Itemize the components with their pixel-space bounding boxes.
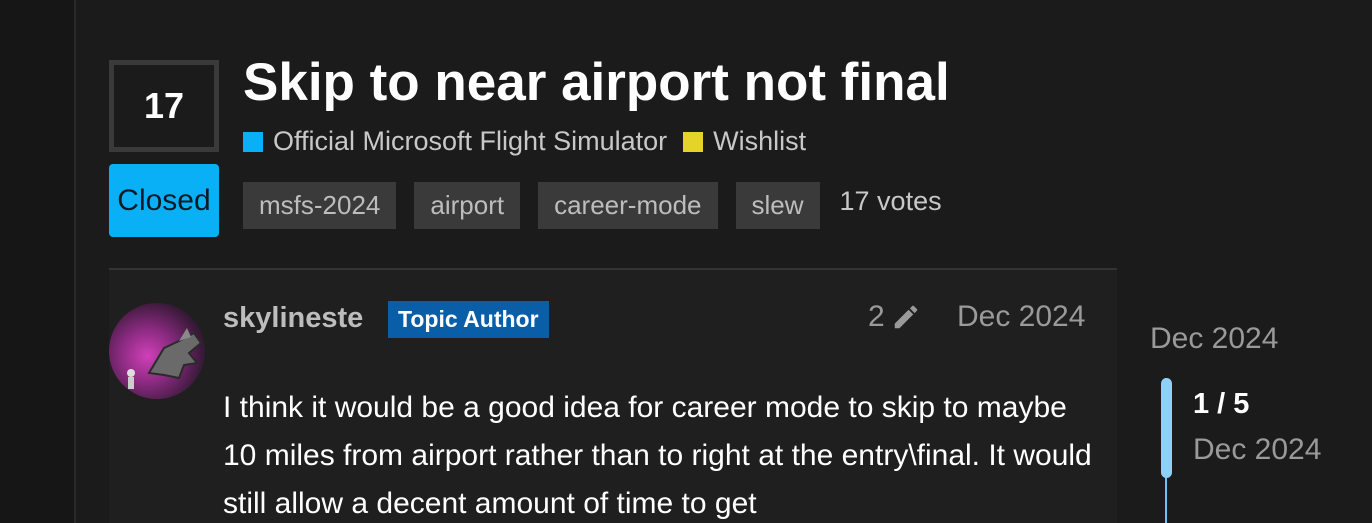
timeline-current-date: Dec 2024 xyxy=(1193,433,1322,466)
category-label: Official Microsoft Flight Simulator xyxy=(273,126,668,156)
avatar-dragon-icon xyxy=(127,328,203,389)
topic-author-badge: Topic Author xyxy=(388,301,549,338)
timeline-handle[interactable] xyxy=(1161,378,1172,478)
votes-count-text: 17 votes xyxy=(839,186,942,216)
tag-list: msfs-2024 airport career-mode slew 17 vo… xyxy=(243,182,942,229)
timeline-position: 1 / 5 xyxy=(1193,388,1250,420)
tag-msfs-2024[interactable]: msfs-2024 xyxy=(243,182,397,229)
category-color-icon xyxy=(243,131,263,152)
category-list: Official Microsoft Flight Simulator Wish… xyxy=(243,126,822,157)
vote-count-box[interactable]: 17 xyxy=(109,60,219,152)
vote-count: 17 xyxy=(143,85,185,126)
pencil-icon xyxy=(894,305,917,329)
category-wishlist[interactable]: Wishlist xyxy=(683,126,806,157)
post-body: I think it would be a good idea for care… xyxy=(223,391,1092,520)
tag-career-mode[interactable]: career-mode xyxy=(538,182,718,229)
tag-slew[interactable]: slew xyxy=(735,182,820,229)
left-sidebar-edge xyxy=(0,0,76,523)
category-label: Wishlist xyxy=(713,126,807,156)
category-color-icon xyxy=(683,131,704,152)
post-date[interactable]: Dec 2024 xyxy=(957,300,1085,334)
tag-airport[interactable]: airport xyxy=(414,182,521,229)
status-label: Closed xyxy=(117,183,211,217)
closed-status-button[interactable]: Closed xyxy=(109,164,219,237)
edit-count: 2 xyxy=(868,300,885,333)
username[interactable]: skylineste xyxy=(223,302,363,335)
edit-history-button[interactable]: 2 xyxy=(868,300,921,334)
timeline-start-date[interactable]: Dec 2024 xyxy=(1150,322,1278,356)
category-flight-simulator[interactable]: Official Microsoft Flight Simulator xyxy=(243,126,667,157)
topic-title[interactable]: Skip to near airport not final xyxy=(243,52,950,113)
avatar[interactable] xyxy=(109,303,205,399)
